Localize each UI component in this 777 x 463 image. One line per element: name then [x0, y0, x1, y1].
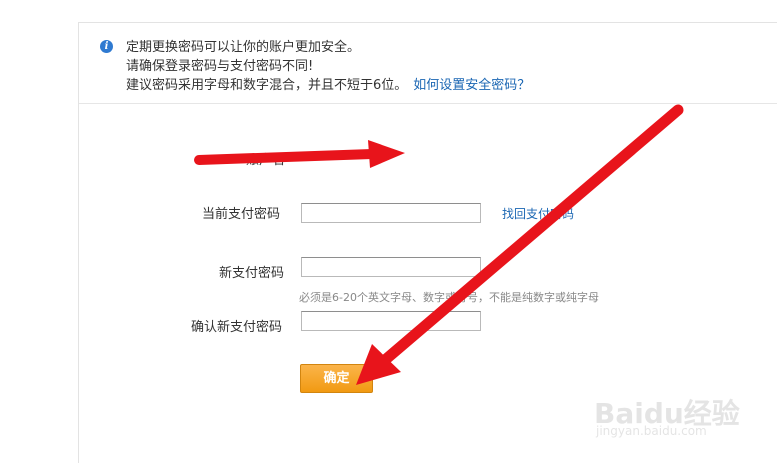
confirm-password-label: 确认新支付密码 [191, 320, 283, 335]
confirm-button[interactable]: 确定 [300, 364, 373, 393]
current-password-input[interactable] [301, 203, 481, 223]
confirm-password-input[interactable] [301, 311, 481, 331]
notice-line-3-text: 建议密码采用字母和数字混合，并且不短于6位。 [126, 78, 408, 93]
find-password-link[interactable]: 找回支付密码 [502, 205, 574, 222]
info-icon: i [100, 40, 113, 53]
new-password-hint: 必须是6-20个英文字母、数字或符号，不能是纯数字或纯字母 [299, 291, 599, 304]
account-name-label: 账户名 [246, 153, 286, 168]
new-password-input[interactable] [301, 257, 481, 277]
notice-line-2: 请确保登录密码与支付密码不同! [126, 59, 314, 74]
notice-line-3: 建议密码采用字母和数字混合，并且不短于6位。 如何设置安全密码？ [126, 78, 530, 94]
current-password-label: 当前支付密码 [202, 207, 281, 222]
security-notice: i 定期更换密码可以让你的账户更加安全。 请确保登录密码与支付密码不同! 建议密… [79, 23, 777, 104]
baidu-watermark: Baidu经验 jingyan.baidu.com [594, 372, 744, 442]
password-help-link[interactable]: 如何设置安全密码？ [413, 78, 530, 93]
new-password-label: 新支付密码 [219, 266, 285, 281]
watermark-url: jingyan.baidu.com [596, 424, 707, 438]
notice-line-1: 定期更换密码可以让你的账户更加安全。 [126, 40, 361, 55]
